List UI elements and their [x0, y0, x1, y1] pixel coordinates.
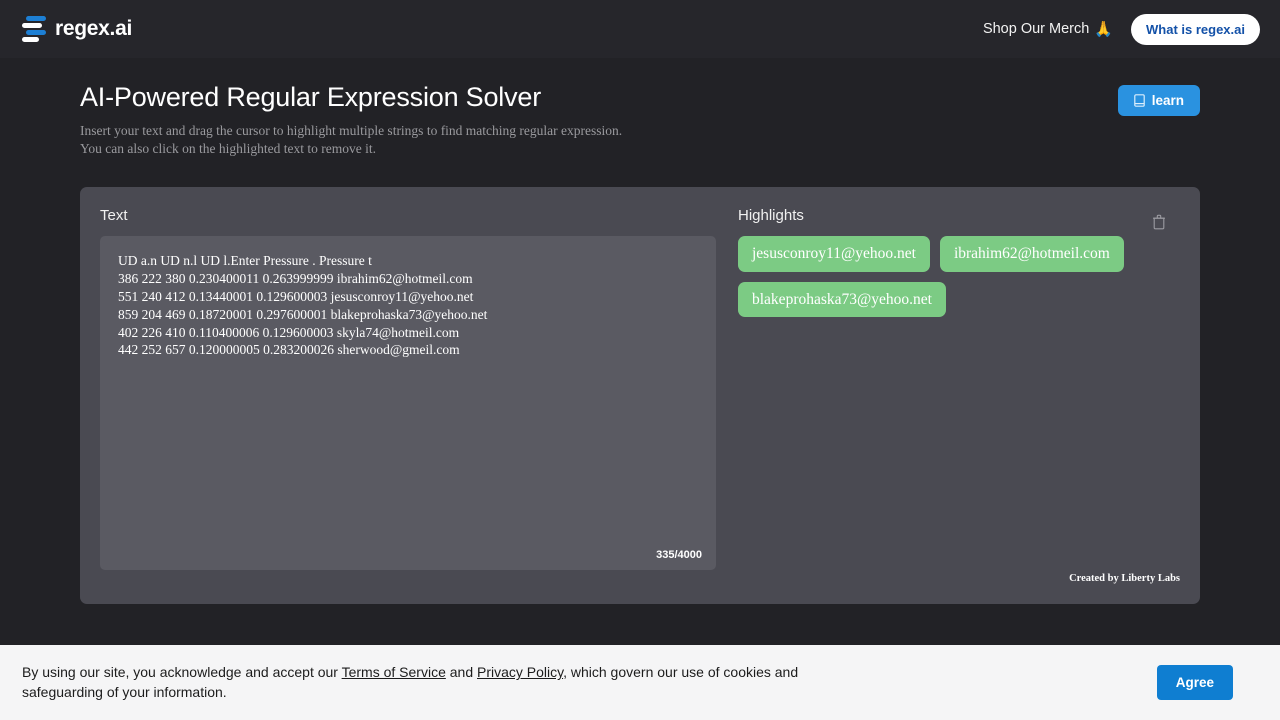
page-body: AI-Powered Regular Expression Solver Ins…: [0, 58, 1280, 604]
brand-logo[interactable]: regex.ai: [22, 16, 132, 42]
navbar-actions: Shop Our Merch 🙏 What is regex.ai: [983, 14, 1260, 45]
cookie-text-middle: and: [446, 664, 477, 680]
text-input-area[interactable]: UD a.n UD n.l UD l.Enter Pressure . Pres…: [100, 236, 716, 570]
learn-button[interactable]: learn: [1118, 85, 1200, 116]
highlights-column: Highlights jesusconroy11@yehoo.net ibrah…: [738, 207, 1180, 584]
terms-of-service-link[interactable]: Terms of Service: [342, 664, 446, 680]
top-navbar: regex.ai Shop Our Merch 🙏 What is regex.…: [0, 0, 1280, 58]
highlights-heading: Highlights: [738, 207, 804, 224]
highlight-chip[interactable]: jesusconroy11@yehoo.net: [738, 236, 930, 272]
trash-icon: [1152, 214, 1166, 230]
cookie-text-before: By using our site, you acknowledge and a…: [22, 664, 342, 680]
agree-button[interactable]: Agree: [1157, 665, 1233, 700]
solver-card: Text UD a.n UD n.l UD l.Enter Pressure .…: [80, 187, 1200, 604]
praying-hands-icon: 🙏: [1094, 20, 1113, 38]
text-input-value: UD a.n UD n.l UD l.Enter Pressure . Pres…: [118, 252, 698, 360]
shop-our-merch-link[interactable]: Shop Our Merch 🙏: [983, 20, 1113, 38]
page-subtitle-line-2: You can also click on the highlighted te…: [80, 140, 622, 158]
hero-section: AI-Powered Regular Expression Solver Ins…: [0, 58, 1280, 158]
page-subtitle: Insert your text and drag the cursor to …: [80, 122, 622, 158]
highlight-chip[interactable]: blakeprohaska73@yehoo.net: [738, 282, 946, 318]
book-icon: [1134, 94, 1145, 107]
highlights-header: Highlights: [738, 207, 1180, 236]
stacked-bars-logo-icon: [22, 16, 46, 42]
page-title: AI-Powered Regular Expression Solver: [80, 80, 622, 115]
created-by-credit: Created by Liberty Labs: [1069, 573, 1180, 584]
shop-our-merch-label: Shop Our Merch: [983, 21, 1089, 37]
text-heading: Text: [100, 207, 716, 224]
cookie-consent-text: By using our site, you acknowledge and a…: [22, 663, 852, 702]
brand-name: regex.ai: [55, 17, 132, 41]
what-is-regexai-button[interactable]: What is regex.ai: [1131, 14, 1260, 45]
cookie-consent-banner: By using our site, you acknowledge and a…: [0, 645, 1280, 720]
clear-highlights-button[interactable]: [1152, 214, 1166, 230]
text-column: Text UD a.n UD n.l UD l.Enter Pressure .…: [100, 207, 738, 584]
character-counter: 335/4000: [656, 549, 702, 561]
highlight-chip-list: jesusconroy11@yehoo.net ibrahim62@hotmei…: [738, 236, 1180, 318]
page-subtitle-line-1: Insert your text and drag the cursor to …: [80, 122, 622, 140]
learn-button-label: learn: [1152, 93, 1184, 108]
hero-text-block: AI-Powered Regular Expression Solver Ins…: [80, 80, 622, 158]
highlight-chip[interactable]: ibrahim62@hotmeil.com: [940, 236, 1124, 272]
privacy-policy-link[interactable]: Privacy Policy: [477, 664, 563, 680]
